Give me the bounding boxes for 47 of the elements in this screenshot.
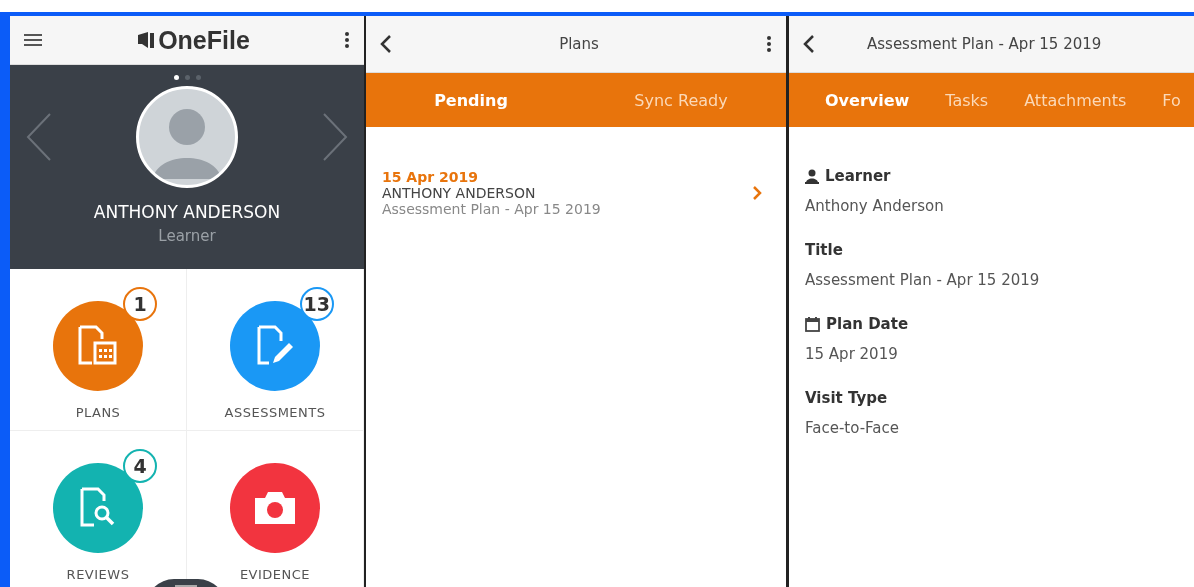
tile-label: REVIEWS <box>66 567 130 582</box>
app-logo: OneFile <box>158 25 250 55</box>
tab[interactable]: Attachments <box>1024 90 1127 110</box>
count-badge: 13 <box>299 287 334 321</box>
count-badge: 1 <box>123 287 157 321</box>
more-icon[interactable] <box>344 31 350 49</box>
pager-dot[interactable] <box>195 75 201 80</box>
pager-dot[interactable] <box>184 75 190 80</box>
document-calendar-icon <box>78 325 118 367</box>
field-value: Face-to-Face <box>805 419 900 437</box>
field-label: Title <box>805 241 843 259</box>
screen-title: Assessment Plan - Apr 15 2019 <box>867 35 1102 53</box>
previous-icon[interactable] <box>26 112 52 162</box>
menu-icon[interactable] <box>24 33 42 47</box>
tile-label: EVIDENCE <box>239 567 311 582</box>
tab[interactable]: Sync Ready <box>576 90 786 110</box>
count-badge: 4 <box>123 449 157 483</box>
plan-title: Assessment Plan - Apr 15 2019 <box>382 201 601 217</box>
tab[interactable]: Overview <box>825 90 910 110</box>
camera-icon <box>253 490 297 526</box>
tab[interactable]: Pending <box>366 90 576 110</box>
document-pencil-icon <box>255 325 295 367</box>
learner-role: Learner <box>158 227 216 245</box>
person-icon <box>805 168 819 184</box>
calendar-icon <box>805 316 820 332</box>
field-label: Visit Type <box>805 389 888 407</box>
pager-dot[interactable] <box>173 75 179 80</box>
field-value: 15 Apr 2019 <box>805 345 899 363</box>
back-icon[interactable] <box>803 34 815 54</box>
tab[interactable]: Fo <box>1162 90 1181 110</box>
tile-label: ASSESSMENTS <box>224 405 326 420</box>
next-icon[interactable] <box>322 112 348 162</box>
plan-list-item[interactable]: 15 Apr 2019 ANTHONY ANDERSON Assessment Plan - Apr 15 2019 <box>382 169 770 217</box>
screen-title: Plans <box>559 35 599 53</box>
field-value: Anthony Anderson <box>805 197 945 215</box>
chevron-right-icon <box>752 185 762 201</box>
more-icon[interactable] <box>766 35 772 53</box>
logo-icon <box>136 30 157 50</box>
plan-learner: ANTHONY ANDERSON <box>382 185 537 201</box>
learner-name: ANTHONY ANDERSON <box>93 202 281 222</box>
field-value: Assessment Plan - Apr 15 2019 <box>805 271 1041 289</box>
tab[interactable]: Tasks <box>945 90 989 110</box>
back-icon[interactable] <box>380 34 392 54</box>
field-label: Learner <box>825 167 891 185</box>
tile-label: PLANS <box>75 405 121 420</box>
plan-date: 15 Apr 2019 <box>382 169 479 185</box>
field-label: Plan Date <box>826 315 909 333</box>
